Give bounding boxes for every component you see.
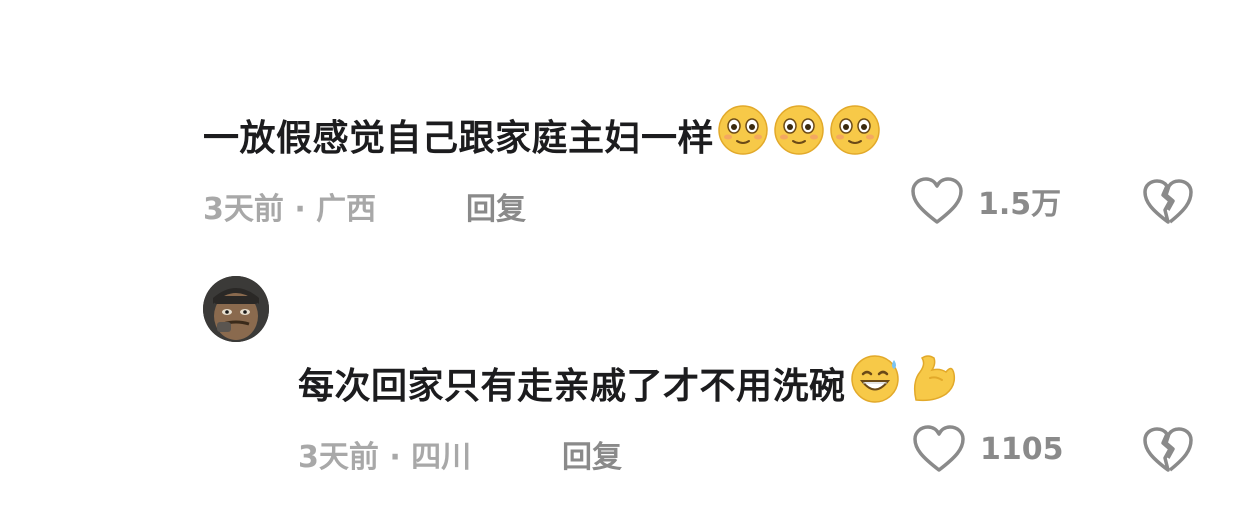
reply-button[interactable]: 回复 [466,184,526,228]
smile-flushed-icon [772,104,826,165]
avatar[interactable] [203,276,269,342]
like-button[interactable]: 1105 [912,424,1064,474]
broken-heart-icon [1143,427,1193,472]
reply-button[interactable]: 回复 [562,432,622,476]
user-avatar-icon [203,276,269,342]
dislike-button[interactable] [1142,426,1194,478]
broken-heart-icon [1143,179,1193,224]
comment-body: 每次回家只有走亲戚了才不用洗碗 [298,365,846,407]
like-count: 1105 [980,431,1064,467]
flexed-bicep-icon [906,352,960,413]
comment-meta: 3天前 · 广西 [203,192,377,227]
comment-text: 每次回家只有走亲戚了才不用洗碗 [298,352,960,413]
heart-icon [911,177,963,224]
like-button[interactable]: 1.5万 [910,176,1061,226]
heart-icon [913,425,965,472]
like-count: 1.5万 [978,187,1062,222]
comment-body: 一放假感觉自己跟家庭主妇一样 [203,117,715,159]
comment-meta: 3天前 · 四川 [298,440,472,475]
smile-flushed-icon [828,104,882,165]
comment-text: 一放假感觉自己跟家庭主妇一样 [203,104,882,165]
grin-sweat-icon [848,352,904,413]
smile-flushed-icon [716,104,770,165]
dislike-button[interactable] [1142,178,1194,230]
